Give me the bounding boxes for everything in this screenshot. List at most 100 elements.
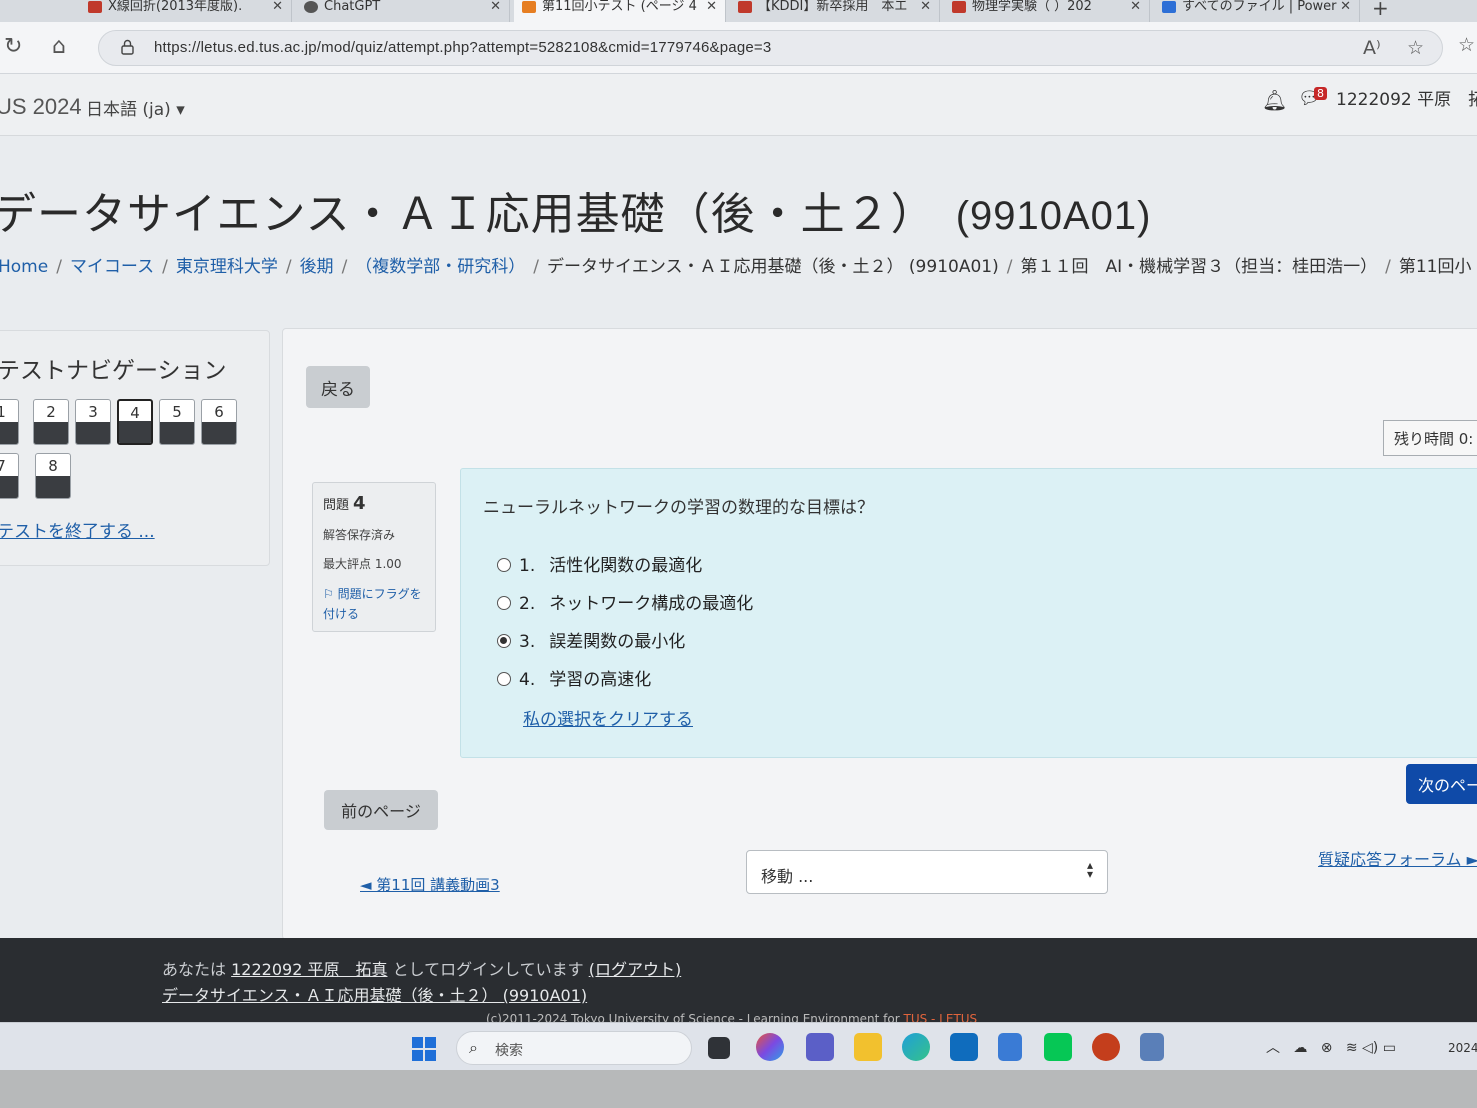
bell-icon[interactable]: 🔔︎ xyxy=(1262,88,1287,112)
close-icon[interactable]: ✕ xyxy=(1340,0,1351,14)
breadcrumb-home[interactable]: Home xyxy=(0,257,48,277)
taskbar-search[interactable]: ⌕ 検索 xyxy=(456,1031,692,1065)
next-activity-link[interactable]: 質疑応答フォーラム ► xyxy=(1318,846,1477,870)
battery-icon[interactable]: ▭ xyxy=(1383,1040,1396,1056)
browser-tab[interactable]: 物理学実験（ ）202 ✕ xyxy=(944,0,1150,22)
quiz-nav-question-8[interactable]: 8 xyxy=(35,453,71,499)
favorites-icon[interactable]: ☆ xyxy=(1458,34,1475,56)
breadcrumb-separator: / xyxy=(162,257,168,277)
address-bar: ↻ ⌂ https://letus.ed.tus.ac.jp/mod/quiz/… xyxy=(0,22,1477,74)
browser-tab[interactable]: ChatGPT ✕ xyxy=(296,0,510,22)
chevron-up-icon[interactable]: ︿ xyxy=(1266,1040,1280,1056)
edge-icon[interactable] xyxy=(902,1033,930,1061)
quiz-nav-question-1[interactable]: 1 xyxy=(0,399,19,445)
teams-icon[interactable] xyxy=(806,1033,834,1061)
answer-option-2[interactable]: 2. ネットワーク構成の最適化 xyxy=(497,589,753,614)
browser-tab[interactable]: 【KDDI】新卒採用 本エ ✕ xyxy=(730,0,940,22)
breadcrumb-faculty[interactable]: （複数学部・研究科） xyxy=(355,257,525,277)
profile-link[interactable]: 1222092 平原 拓真 xyxy=(231,960,387,979)
favorite-star-icon[interactable]: ☆ xyxy=(1407,37,1424,59)
jump-to-activity-select[interactable]: 移動 ... ▴ ▾ xyxy=(746,850,1108,894)
finish-attempt-link[interactable]: テストを終了する ... xyxy=(0,517,155,542)
breadcrumb-section[interactable]: 第１１回 AI・機械学習３（担当：桂田浩一） xyxy=(1020,257,1377,277)
browser-tab[interactable]: すべてのファイル | Power ✕ xyxy=(1154,0,1360,22)
previous-page-button[interactable]: 前のページ xyxy=(324,790,438,830)
footer-course-link[interactable]: データサイエンス・ＡＩ応用基礎（後・土２） (9910A01) xyxy=(162,982,587,1006)
windows-taskbar: ⌕ 検索 ︿ ☁︎ ⊗ ≋ ◁) ▭ 2024 xyxy=(0,1022,1477,1070)
new-tab-button[interactable]: + xyxy=(1372,0,1389,20)
language-menu[interactable]: 日本語 (ja) ▾ xyxy=(86,95,185,120)
notepad-icon[interactable] xyxy=(998,1033,1022,1061)
answer-option-3[interactable]: 3. 誤差関数の最小化 xyxy=(497,627,685,652)
radio-button[interactable] xyxy=(497,558,511,572)
page-title: データサイエンス・ＡＩ応用基礎（後・土２） (9910A01) xyxy=(0,178,1151,242)
breadcrumb-university[interactable]: 東京理科大学 xyxy=(176,257,278,277)
quiz-nav-question-5[interactable]: 5 xyxy=(159,399,195,445)
next-page-button[interactable]: 次のページ xyxy=(1406,764,1477,804)
lock-icon[interactable] xyxy=(121,39,134,55)
file-explorer-icon[interactable] xyxy=(854,1033,882,1061)
quiz-nav-question-6[interactable]: 6 xyxy=(201,399,237,445)
speaker-icon[interactable]: ◁) xyxy=(1362,1040,1378,1056)
previous-activity-link[interactable]: ◄ 第11回 講義動画3 xyxy=(360,874,500,895)
quiz-nav-question-7[interactable]: 7 xyxy=(0,453,19,499)
radio-button[interactable] xyxy=(497,672,511,686)
question-state: 解答保存済み xyxy=(323,528,396,542)
radio-button-selected[interactable] xyxy=(497,634,511,648)
cloud-icon[interactable]: ☁︎ xyxy=(1293,1040,1307,1056)
breadcrumb-my-courses[interactable]: マイコース xyxy=(70,257,154,277)
breadcrumb-separator: / xyxy=(341,257,348,277)
user-menu[interactable]: 1222092 平原 拓真 xyxy=(1336,85,1477,110)
clock[interactable]: 2024 xyxy=(1448,1041,1477,1055)
snipping-tool-icon[interactable] xyxy=(1140,1033,1164,1061)
answer-option-1[interactable]: 1. 活性化関数の最適化 xyxy=(497,551,702,576)
flag-icon: ⚐ xyxy=(323,587,338,601)
flag-question-link[interactable]: ⚐ 問題にフラグを付ける xyxy=(323,584,425,624)
read-aloud-icon[interactable]: A⁾ xyxy=(1363,37,1381,59)
powerpoint-icon[interactable] xyxy=(1092,1033,1120,1061)
back-button[interactable]: 戻る xyxy=(306,366,370,408)
breadcrumb: Home / マイコース / 東京理科大学 / 後期 / （複数学部・研究科） / データサイエンス… xyxy=(0,252,1477,277)
copilot-icon[interactable] xyxy=(756,1033,784,1061)
logout-link[interactable]: (ログアウト) xyxy=(589,960,682,979)
course-title: データサイエンス・ＡＩ応用基礎（後・土２） xyxy=(0,189,936,240)
moodle-icon xyxy=(522,1,536,13)
message-count-badge: 8 xyxy=(1314,87,1327,100)
breadcrumb-term[interactable]: 後期 xyxy=(300,257,334,277)
outlook-icon[interactable] xyxy=(950,1033,978,1061)
line-icon[interactable] xyxy=(1044,1033,1072,1061)
clear-choice-link[interactable]: 私の選択をクリアする xyxy=(523,705,693,730)
breadcrumb-course[interactable]: データサイエンス・ＡＩ応用基礎（後・土２） (9910A01) xyxy=(547,257,999,277)
desk-surface xyxy=(0,1070,1477,1108)
close-icon[interactable]: ✕ xyxy=(920,0,931,14)
url-field[interactable]: https://letus.ed.tus.ac.jp/mod/quiz/atte… xyxy=(98,30,1443,66)
windows-start-icon[interactable] xyxy=(412,1037,436,1061)
breadcrumb-separator: / xyxy=(1006,257,1013,277)
browser-tab[interactable]: X線回折(2013年度版). ✕ xyxy=(80,0,292,22)
close-icon[interactable]: ✕ xyxy=(706,0,717,14)
question-text: ニューラルネットワークの学習の数理的な目標は？ xyxy=(483,498,874,518)
close-circle-icon[interactable]: ⊗ xyxy=(1321,1040,1333,1056)
close-icon[interactable]: ✕ xyxy=(490,0,501,14)
home-icon[interactable]: ⌂ xyxy=(52,34,66,59)
question-info: 問題 4 解答保存済み 最大評点 1.00 ⚐ 問題にフラグを付ける xyxy=(312,482,436,632)
site-brand[interactable]: US 2024 xyxy=(0,94,82,120)
tab-title: 第11回小テスト (ページ 4 xyxy=(542,0,697,14)
close-icon[interactable]: ✕ xyxy=(1130,0,1141,14)
tab-title: すべてのファイル | Power xyxy=(1182,0,1337,14)
quiz-nav-question-2[interactable]: 2 xyxy=(33,399,69,445)
answer-option-4[interactable]: 4. 学習の高速化 xyxy=(497,665,651,690)
quiz-nav-question-3[interactable]: 3 xyxy=(75,399,111,445)
site-header: US 2024 日本語 (ja) ▾ 🔔︎ 💬︎ 8 1222092 平原 拓真 xyxy=(0,74,1477,136)
breadcrumb-quiz[interactable]: 第11回小 xyxy=(1399,257,1472,277)
quiz-nav-question-4[interactable]: 4 xyxy=(117,399,153,445)
task-view-icon[interactable] xyxy=(708,1037,730,1059)
course-code: (9910A01) xyxy=(955,194,1152,238)
wifi-icon[interactable]: ≋ xyxy=(1346,1040,1358,1056)
reload-icon[interactable]: ↻ xyxy=(4,34,22,59)
url-text[interactable]: https://letus.ed.tus.ac.jp/mod/quiz/atte… xyxy=(154,39,771,56)
chatgpt-icon xyxy=(304,1,318,13)
browser-tab-active[interactable]: 第11回小テスト (ページ 4 ✕ xyxy=(514,0,726,22)
radio-button[interactable] xyxy=(497,596,511,610)
close-icon[interactable]: ✕ xyxy=(272,0,283,14)
